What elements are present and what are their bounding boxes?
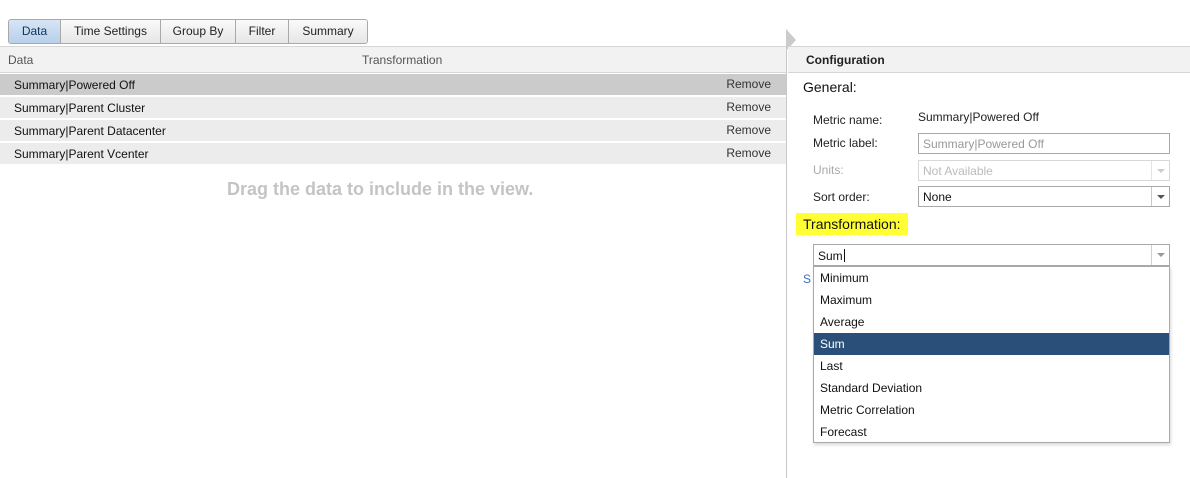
remove-link[interactable]: Remove [726,100,771,114]
row-metric-name: Summary|Powered Off [14,78,135,92]
option-minimum[interactable]: Minimum [814,267,1169,289]
tab-filter[interactable]: Filter [236,20,289,43]
row-metric-name: Summary|Parent Datacenter [14,124,166,138]
data-panel: Data Transformation Summary|Powered Off … [0,46,787,478]
configuration-header: Configuration [788,46,1190,73]
tab-time-settings[interactable]: Time Settings [61,20,161,43]
partially-hidden-link[interactable]: S [803,272,811,286]
transformation-input-value: Sum [818,249,843,263]
transformation-combobox[interactable]: Sum [813,244,1170,266]
remove-link[interactable]: Remove [726,146,771,160]
column-header-transformation: Transformation [362,53,443,67]
drag-hint: Drag the data to include in the view. [227,179,534,199]
tab-data[interactable]: Data [9,20,61,43]
units-label: Units: [813,163,844,177]
metric-name-value: Summary|Powered Off [918,110,1039,124]
units-select: Not Available [918,160,1170,181]
table-row[interactable]: Summary|Powered Off Remove [0,74,786,95]
data-table-header: Data Transformation [0,46,786,73]
row-metric-name: Summary|Parent Vcenter [14,147,149,161]
text-caret-icon [843,249,845,262]
column-header-data: Data [8,53,34,67]
metric-name-label: Metric name: [813,113,883,127]
option-average[interactable]: Average [814,311,1169,333]
option-maximum[interactable]: Maximum [814,289,1169,311]
sort-order-select[interactable]: None [918,186,1170,207]
metric-label-label: Metric label: [813,136,878,150]
option-last[interactable]: Last [814,355,1169,377]
table-row[interactable]: Summary|Parent Datacenter Remove [0,120,786,141]
row-metric-name: Summary|Parent Cluster [14,101,146,115]
tab-group-by[interactable]: Group By [161,20,236,43]
configuration-panel: Configuration General: Metric name: Summ… [788,46,1190,478]
option-sum[interactable]: Sum [814,333,1169,355]
remove-link[interactable]: Remove [726,77,771,91]
chevron-down-icon [1151,161,1169,180]
units-value: Not Available [923,164,993,178]
sort-order-value: None [923,190,952,204]
configuration-title: Configuration [806,53,885,67]
chevron-down-icon[interactable] [1151,245,1169,265]
transformation-dropdown-list: Minimum Maximum Average Sum Last Standar… [813,266,1170,443]
option-standard-deviation[interactable]: Standard Deviation [814,377,1169,399]
view-tabs: Data Time Settings Group By Filter Summa… [8,19,368,44]
option-forecast[interactable]: Forecast [814,421,1169,443]
tab-summary[interactable]: Summary [289,20,367,43]
table-row[interactable]: Summary|Parent Cluster Remove [0,97,786,118]
metric-label-input[interactable]: Summary|Powered Off [918,133,1170,154]
table-row[interactable]: Summary|Parent Vcenter Remove [0,143,786,164]
remove-link[interactable]: Remove [726,123,771,137]
chevron-down-icon[interactable] [1151,187,1169,206]
option-metric-correlation[interactable]: Metric Correlation [814,399,1169,421]
transformation-label: Transformation: [796,213,908,235]
general-section-title: General: [803,79,857,95]
data-rows: Summary|Powered Off Remove Summary|Paren… [0,74,786,166]
sort-order-label: Sort order: [813,190,870,204]
